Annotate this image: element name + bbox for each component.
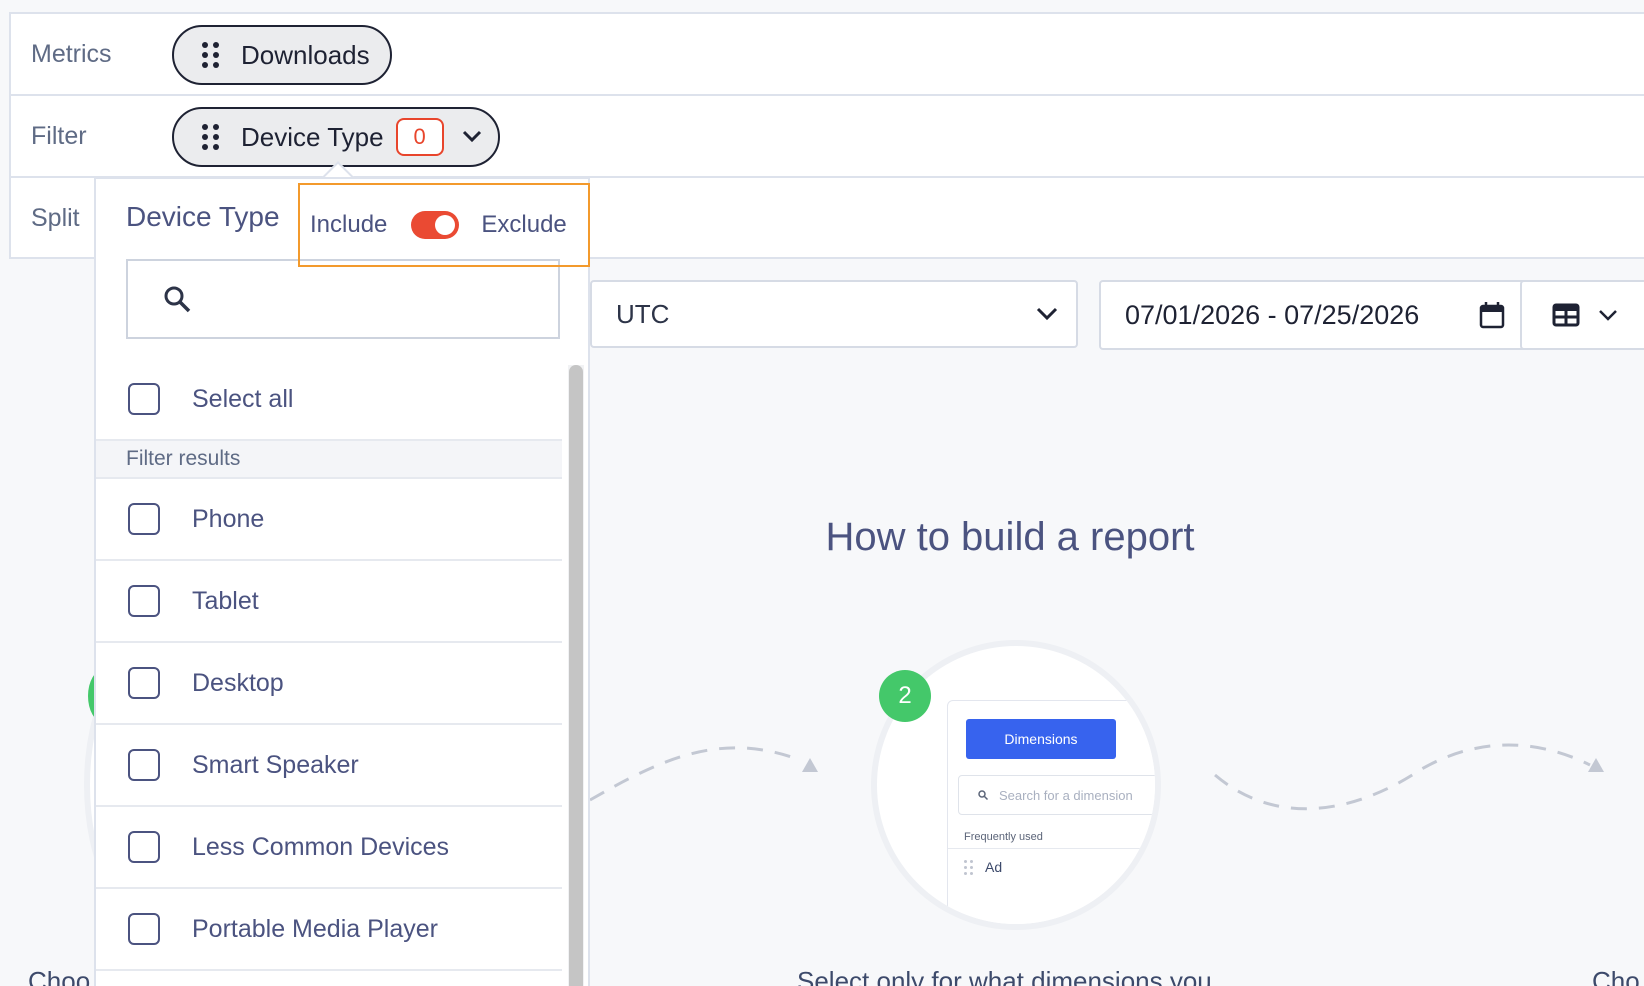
mini-item-label: Ad — [985, 859, 1003, 875]
howto-title: How to build a report — [825, 515, 1195, 559]
option-checkbox[interactable] — [128, 831, 160, 863]
table-icon — [1552, 303, 1580, 327]
option-checkbox[interactable] — [128, 503, 160, 535]
list-item[interactable]: Phone — [96, 479, 562, 561]
include-exclude-switch[interactable] — [411, 211, 460, 239]
chevron-down-icon — [1599, 310, 1617, 321]
list-item[interactable]: Less Common Devices — [96, 807, 562, 889]
calendar-icon — [1479, 302, 1505, 329]
filter-count-badge: 0 — [395, 118, 444, 156]
exclude-label[interactable]: Exclude — [481, 211, 566, 239]
filter-pill-label: Device Type — [241, 121, 384, 152]
list-item[interactable]: Tablet — [96, 561, 562, 643]
select-all-label: Select all — [192, 384, 294, 413]
option-checkbox[interactable] — [128, 667, 160, 699]
list-scrollbar[interactable] — [568, 365, 584, 986]
filter-label: Filter — [31, 121, 87, 150]
drag-handle-icon[interactable] — [202, 124, 219, 150]
filter-search-field[interactable] — [126, 259, 560, 339]
search-icon — [978, 790, 989, 801]
option-checkbox[interactable] — [128, 913, 160, 945]
option-checkbox[interactable] — [128, 585, 160, 617]
filter-row: Filter Device Type 0 — [11, 96, 1644, 178]
metric-pill-label: Downloads — [241, 39, 370, 70]
device-type-filter-dropdown: Device Type Select all Filter results Ph… — [94, 177, 590, 986]
mini-list-item: Ad — [964, 859, 1002, 875]
step-2-badge: 2 — [879, 670, 931, 722]
chevron-down-icon — [1036, 307, 1058, 321]
option-checkbox[interactable] — [128, 749, 160, 781]
step-1-text: Choo — [28, 966, 91, 986]
mini-search-placeholder: Search for a dimension — [999, 787, 1133, 803]
option-label: Portable Media Player — [192, 914, 438, 943]
metric-pill-downloads[interactable]: Downloads — [172, 25, 392, 85]
option-label: Phone — [192, 504, 265, 533]
option-label: Desktop — [192, 668, 284, 697]
mini-search-field: Search for a dimension — [958, 775, 1155, 815]
list-item[interactable]: Smart Speaker — [96, 725, 562, 807]
mini-section-label: Frequently used — [948, 825, 1155, 849]
list-item[interactable]: Desktop — [96, 643, 562, 725]
dropdown-title: Device Type — [126, 201, 280, 232]
date-range-value: 07/01/2026 - 07/25/2026 — [1125, 299, 1420, 330]
metrics-row: Metrics Downloads — [11, 14, 1644, 96]
timezone-value: UTC — [616, 298, 670, 329]
drag-handle-icon[interactable] — [202, 42, 219, 68]
timezone-select[interactable]: UTC — [590, 280, 1078, 348]
mini-dimensions-card: Dimensions Search for a dimension Freque… — [947, 700, 1155, 924]
split-label: Split — [31, 203, 80, 232]
metrics-label: Metrics — [31, 39, 112, 68]
mini-dimensions-tab: Dimensions — [966, 719, 1116, 759]
date-range-picker[interactable]: 07/01/2026 - 07/25/2026 — [1099, 280, 1527, 350]
option-label: Smart Speaker — [192, 750, 359, 779]
step-2-text: Select only for what dimensions you — [797, 966, 1212, 986]
filter-search-input[interactable] — [208, 284, 558, 314]
select-all-row[interactable]: Select all — [96, 359, 562, 441]
include-exclude-toggle-group: Include Exclude — [310, 200, 567, 250]
scrollbar-thumb[interactable] — [569, 365, 583, 986]
search-icon — [164, 286, 191, 313]
drag-handle-icon — [964, 859, 973, 875]
option-label: Tablet — [192, 586, 259, 615]
step-3-text: Cho — [1592, 966, 1640, 986]
filter-options-list: Select all Filter results Phone Tablet D… — [96, 359, 562, 986]
option-label: Less Common Devices — [192, 832, 450, 861]
select-all-checkbox[interactable] — [128, 383, 160, 415]
filter-pill-device-type[interactable]: Device Type 0 — [172, 107, 500, 167]
chevron-down-icon[interactable] — [462, 130, 482, 144]
list-item[interactable]: Portable Media Player — [96, 889, 562, 971]
view-type-select[interactable] — [1520, 280, 1644, 350]
report-builder-page: How to build a report Dimensions Search … — [0, 0, 1644, 986]
filter-results-header: Filter results — [96, 441, 562, 479]
include-label[interactable]: Include — [310, 211, 387, 239]
